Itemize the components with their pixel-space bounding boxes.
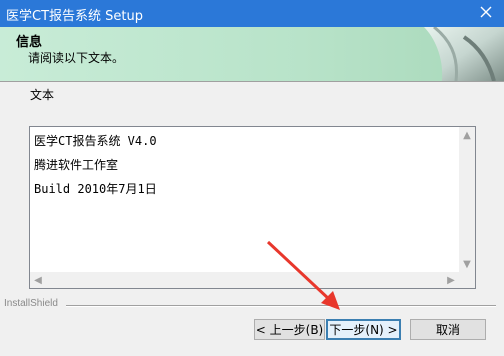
info-text-area[interactable]: 医学CT报告系统 V4.0 腾进软件工作室 Build 2010年7月1日 ▲ … bbox=[29, 126, 476, 289]
chevron-up-icon[interactable]: ▲ bbox=[459, 127, 475, 143]
next-button[interactable]: 下一步(N) > bbox=[326, 319, 401, 340]
chevron-down-icon[interactable]: ▼ bbox=[459, 256, 475, 272]
header-subtitle: 请阅读以下文本。 bbox=[28, 51, 125, 65]
text-content: 医学CT报告系统 V4.0 腾进软件工作室 Build 2010年7月1日 bbox=[34, 129, 157, 201]
horizontal-scrollbar[interactable]: ◀ ▶ bbox=[30, 272, 459, 288]
text-line: Build 2010年7月1日 bbox=[34, 182, 157, 196]
text-label: 文本 bbox=[30, 88, 55, 102]
scrollbar-corner bbox=[459, 272, 475, 288]
footer-separator bbox=[66, 305, 496, 307]
window-title: 医学CT报告系统 Setup bbox=[6, 9, 143, 24]
cancel-button[interactable]: 取消 bbox=[410, 319, 486, 340]
close-icon[interactable] bbox=[478, 4, 494, 20]
chevron-right-icon[interactable]: ▶ bbox=[443, 272, 459, 288]
back-button[interactable]: < 上一步(B) bbox=[254, 319, 325, 340]
chevron-left-icon[interactable]: ◀ bbox=[30, 272, 46, 288]
wizard-header: 信息 请阅读以下文本。 bbox=[0, 27, 504, 82]
vertical-scrollbar[interactable]: ▲ ▼ bbox=[459, 127, 475, 272]
header-title: 信息 bbox=[16, 35, 43, 50]
text-line: 腾进软件工作室 bbox=[34, 158, 119, 172]
header-graphic bbox=[424, 27, 504, 81]
text-line: 医学CT报告系统 V4.0 bbox=[34, 134, 157, 148]
installshield-brand: InstallShield bbox=[4, 298, 58, 309]
title-bar: 医学CT报告系统 Setup bbox=[0, 0, 504, 27]
